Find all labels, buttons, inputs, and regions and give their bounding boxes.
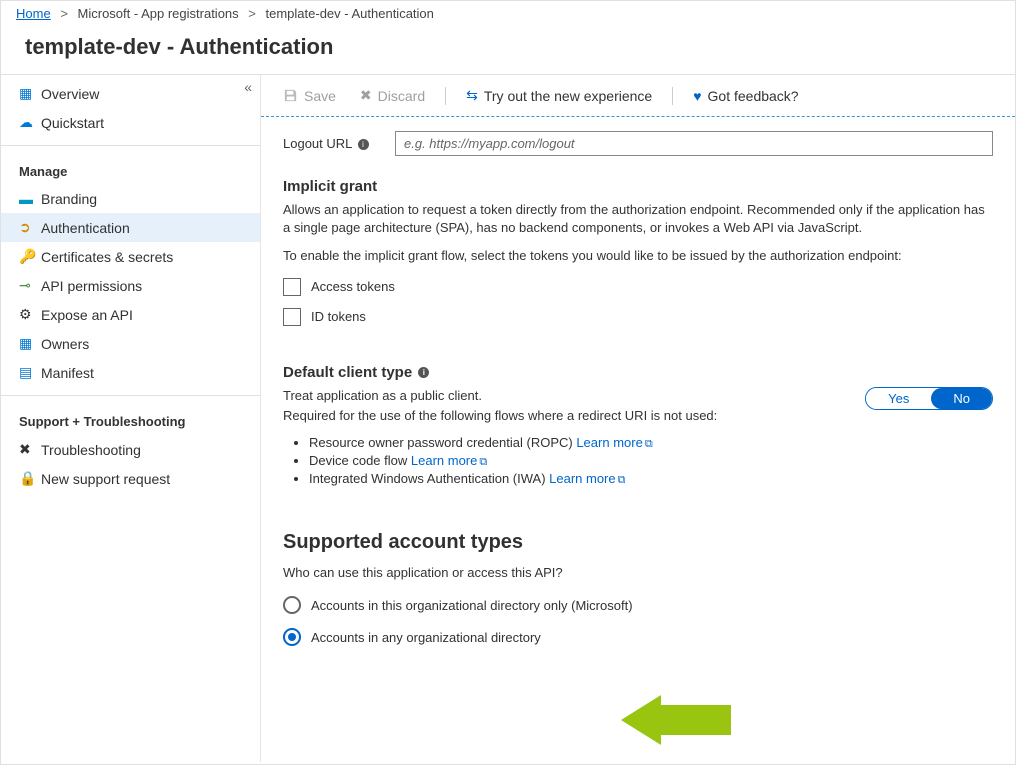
sidebar: « ▦ Overview ☁ Quickstart Manage ▬ Brand… [1,75,261,762]
implicit-grant-desc2: To enable the implicit grant flow, selec… [283,247,993,265]
id-tokens-checkbox[interactable]: ID tokens [283,308,993,326]
sidebar-item-label: Manifest [41,365,94,381]
sidebar-item-troubleshooting[interactable]: ✖ Troubleshooting [1,435,260,464]
external-link-icon: ⧉ [618,474,626,486]
list-item: Integrated Windows Authentication (IWA) … [309,471,845,487]
radio-icon [283,596,301,614]
radio-any-directory[interactable]: Accounts in any organizational directory [283,628,993,646]
toggle-yes[interactable]: Yes [866,388,931,409]
grid-icon: ▦ [19,85,41,102]
save-button: Save [273,84,346,108]
list-item: Device code flow Learn more⧉ [309,453,845,469]
learn-more-link[interactable]: Learn more⧉ [576,435,652,450]
tryout-button[interactable]: ⇆ Try out the new experience [456,83,662,108]
supported-accounts-desc: Who can use this application or access t… [283,564,993,582]
logout-url-input[interactable] [395,131,993,156]
checkbox-icon [283,308,301,326]
discard-button: ✖ Discard [350,83,435,108]
info-icon[interactable]: i [418,367,429,378]
sidebar-item-branding[interactable]: ▬ Branding [1,185,260,213]
learn-more-link[interactable]: Learn more⧉ [411,453,487,468]
sidebar-item-label: Branding [41,191,97,207]
breadcrumb-home[interactable]: Home [16,6,51,21]
sidebar-item-label: Certificates & secrets [41,249,173,265]
default-client-heading: Default client type i [283,364,993,381]
sidebar-item-label: New support request [41,471,170,487]
annotation-arrow-icon [621,695,731,745]
sidebar-item-label: Authentication [41,220,130,236]
expose-icon: ⚙ [19,306,41,323]
sidebar-item-certificates[interactable]: 🔑 Certificates & secrets [1,242,260,271]
sidebar-group-support: Support + Troubleshooting [1,404,260,435]
flows-list: Resource owner password credential (ROPC… [309,435,845,487]
main-content: Save ✖ Discard ⇆ Try out the new experie… [261,75,1015,762]
sidebar-item-manifest[interactable]: ▤ Manifest [1,358,260,387]
sidebar-item-new-support[interactable]: 🔒 New support request [1,464,260,493]
sidebar-item-label: Expose an API [41,307,133,323]
key-icon: 🔑 [19,248,41,265]
sidebar-item-label: Overview [41,86,99,102]
permissions-icon: ⊸ [19,277,41,294]
public-client-line1: Treat application as a public client. [283,387,845,405]
tag-icon: ▬ [19,191,41,207]
list-item: Resource owner password credential (ROPC… [309,435,845,451]
discard-icon: ✖ [360,87,372,104]
checkbox-icon [283,278,301,296]
public-client-line2: Required for the use of the following fl… [283,407,845,425]
toolbar: Save ✖ Discard ⇆ Try out the new experie… [261,75,1015,117]
sidebar-item-api-permissions[interactable]: ⊸ API permissions [1,271,260,300]
learn-more-link[interactable]: Learn more⧉ [549,471,625,486]
supported-accounts-heading: Supported account types [283,531,993,554]
public-client-toggle[interactable]: Yes No [865,387,993,410]
auth-icon: ➲ [19,219,41,236]
sidebar-group-manage: Manage [1,154,260,185]
sidebar-item-quickstart[interactable]: ☁ Quickstart [1,108,260,137]
switch-icon: ⇆ [466,87,478,104]
implicit-grant-heading: Implicit grant [283,178,993,195]
sidebar-item-owners[interactable]: ▦ Owners [1,329,260,358]
radio-icon [283,628,301,646]
sidebar-item-expose-api[interactable]: ⚙ Expose an API [1,300,260,329]
breadcrumb-level2: template-dev - Authentication [266,6,434,21]
sidebar-item-label: API permissions [41,278,142,294]
sidebar-item-label: Owners [41,336,89,352]
radio-this-directory[interactable]: Accounts in this organizational director… [283,596,993,614]
logout-url-row: Logout URL i [283,131,993,156]
access-tokens-checkbox[interactable]: Access tokens [283,278,993,296]
external-link-icon: ⧉ [479,456,487,468]
implicit-grant-desc: Allows an application to request a token… [283,201,993,237]
toggle-no[interactable]: No [931,388,992,409]
owners-icon: ▦ [19,335,41,352]
feedback-button[interactable]: ♥ Got feedback? [683,84,808,108]
page-title: template-dev - Authentication [1,26,1015,74]
sidebar-item-overview[interactable]: ▦ Overview [1,79,260,108]
breadcrumb-level1[interactable]: Microsoft - App registrations [78,6,239,21]
sidebar-item-authentication[interactable]: ➲ Authentication [1,213,260,242]
external-link-icon: ⧉ [645,438,653,450]
heart-icon: ♥ [693,88,701,104]
support-icon: 🔒 [19,470,41,487]
info-icon[interactable]: i [358,139,369,150]
manifest-icon: ▤ [19,364,41,381]
save-icon [283,88,298,103]
sidebar-item-label: Quickstart [41,115,104,131]
logout-url-label: Logout URL i [283,136,395,151]
breadcrumb: Home > Microsoft - App registrations > t… [1,1,1015,26]
sidebar-item-label: Troubleshooting [41,442,141,458]
collapse-icon[interactable]: « [244,79,252,95]
rocket-icon: ☁ [19,114,41,131]
wrench-icon: ✖ [19,441,41,458]
